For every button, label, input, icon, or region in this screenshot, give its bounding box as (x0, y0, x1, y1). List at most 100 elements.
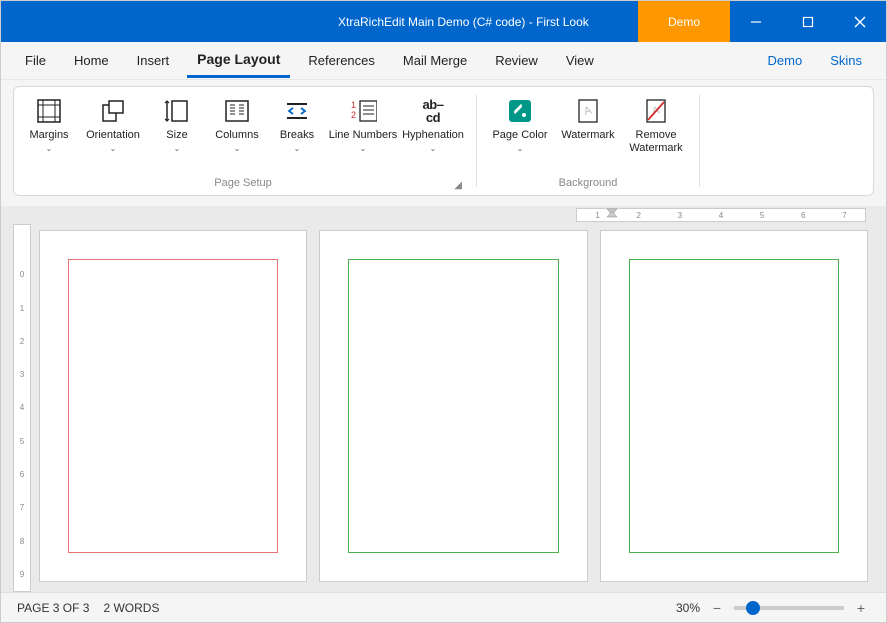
ribbon-divider (476, 95, 477, 187)
menu-file[interactable]: File (15, 45, 56, 76)
chevron-down-icon: ⌄ (234, 144, 241, 154)
dialog-launcher-icon[interactable]: ◢ (454, 180, 462, 191)
chevron-down-icon: ⌄ (174, 144, 181, 154)
page-info[interactable]: PAGE 3 OF 3 (17, 601, 89, 615)
watermark-label: Watermark (561, 129, 614, 142)
window-title: XtraRichEdit Main Demo (C# code) - First… (338, 1, 589, 42)
maximize-icon (802, 16, 814, 28)
ruler-tick: 1 (14, 292, 30, 325)
title-bar: XtraRichEdit Main Demo (C# code) - First… (1, 1, 886, 42)
menu-page-layout[interactable]: Page Layout (187, 43, 290, 78)
horizontal-ruler[interactable]: 1 2 3 4 5 6 7 (1, 206, 886, 224)
zoom-slider-thumb[interactable] (746, 601, 760, 615)
maximize-button[interactable] (782, 1, 834, 42)
columns-icon (223, 97, 251, 125)
chevron-down-icon: ⌄ (430, 144, 437, 154)
ruler-tick: 5 (14, 425, 30, 458)
pages-container (39, 230, 868, 582)
ruler-tick: 6 (14, 458, 30, 491)
indent-marker-icon[interactable] (607, 205, 617, 221)
minimize-icon (750, 16, 762, 28)
chevron-down-icon: ⌄ (294, 144, 301, 154)
columns-button[interactable]: Columns ⌄ (208, 93, 266, 158)
ruler-tick: 2 (618, 211, 659, 220)
ruler-tick: 0 (14, 258, 30, 291)
vertical-ruler[interactable]: 0 1 2 3 4 5 6 7 8 9 (13, 224, 31, 592)
ruler-tick: 4 (700, 211, 741, 220)
hyphenation-label: Hyphenation (402, 129, 464, 142)
columns-label: Columns (215, 129, 258, 142)
menu-insert[interactable]: Insert (127, 45, 180, 76)
page-color-label: Page Color (492, 129, 547, 142)
ribbon-group-label-page-setup: Page Setup (14, 175, 472, 195)
line-numbers-label: Line Numbers (329, 129, 397, 142)
ruler-tick: 3 (659, 211, 700, 220)
margins-button[interactable]: Margins ⌄ (20, 93, 78, 158)
svg-text:1: 1 (351, 100, 356, 110)
remove-watermark-icon: A (642, 97, 670, 125)
document-page[interactable] (39, 230, 307, 582)
close-icon (854, 16, 866, 28)
menu-home[interactable]: Home (64, 45, 119, 76)
breaks-button[interactable]: Breaks ⌄ (268, 93, 326, 158)
menu-review[interactable]: Review (485, 45, 548, 76)
page-color-icon (506, 97, 534, 125)
word-count[interactable]: 2 WORDS (103, 601, 159, 615)
page-color-button[interactable]: Page Color ⌄ (487, 93, 553, 158)
ruler-tick: 3 (14, 358, 30, 391)
margins-icon (35, 97, 63, 125)
ruler-tick: 9 (14, 558, 30, 591)
size-icon (163, 97, 191, 125)
menu-bar: File Home Insert Page Layout References … (1, 42, 886, 80)
remove-watermark-button[interactable]: A Remove Watermark (623, 93, 689, 159)
ruler-tick: 7 (14, 491, 30, 524)
ruler-tick: 8 (14, 524, 30, 557)
hyphenation-button[interactable]: ab–cd Hyphenation ⌄ (400, 93, 466, 158)
remove-watermark-label: Remove Watermark (623, 129, 689, 155)
zoom-out-button[interactable]: − (708, 599, 726, 617)
document-area[interactable]: 1 2 3 4 5 6 7 0 1 2 3 4 5 6 7 8 9 (1, 206, 886, 592)
ruler-tick: 7 (824, 211, 865, 220)
breaks-label: Breaks (280, 129, 314, 142)
zoom-slider[interactable] (734, 606, 844, 610)
chevron-down-icon: ⌄ (360, 144, 367, 154)
ribbon-divider (699, 95, 700, 187)
minimize-button[interactable] (730, 1, 782, 42)
zoom-controls: 30% − + (676, 599, 870, 617)
ruler-tick (14, 225, 30, 258)
watermark-button[interactable]: A Watermark (555, 93, 621, 156)
zoom-percent[interactable]: 30% (676, 601, 700, 615)
document-page[interactable] (600, 230, 868, 582)
orientation-button[interactable]: Orientation ⌄ (80, 93, 146, 158)
zoom-in-button[interactable]: + (852, 599, 870, 617)
menu-references[interactable]: References (298, 45, 384, 76)
svg-text:A: A (582, 104, 593, 118)
menu-view[interactable]: View (556, 45, 604, 76)
size-button[interactable]: Size ⌄ (148, 93, 206, 158)
breaks-icon (283, 97, 311, 125)
chevron-down-icon: ⌄ (517, 144, 524, 154)
menu-link-skins[interactable]: Skins (820, 47, 872, 74)
page-margin-outline (629, 259, 839, 553)
hyphenation-icon: ab–cd (419, 97, 447, 125)
chevron-down-icon: ⌄ (110, 144, 117, 154)
page-margin-outline (68, 259, 278, 553)
ruler-tick: 5 (742, 211, 783, 220)
margins-label: Margins (29, 129, 68, 142)
size-label: Size (166, 129, 187, 142)
close-button[interactable] (834, 1, 886, 42)
ribbon-group-page-setup: Margins ⌄ Orientation ⌄ Size ⌄ (14, 87, 472, 195)
line-numbers-icon: 12 (349, 97, 377, 125)
line-numbers-button[interactable]: 12 Line Numbers ⌄ (328, 93, 398, 158)
menu-mail-merge[interactable]: Mail Merge (393, 45, 477, 76)
ruler-tick: 2 (14, 325, 30, 358)
ruler-tick: 4 (14, 391, 30, 424)
demo-button[interactable]: Demo (638, 1, 730, 42)
ribbon-group-background: Page Color ⌄ A Watermark A Remove Waterm… (481, 87, 695, 195)
ruler-tick: 6 (783, 211, 824, 220)
menu-link-demo[interactable]: Demo (758, 47, 813, 74)
document-page[interactable] (319, 230, 587, 582)
chevron-down-icon: ⌄ (46, 144, 53, 154)
orientation-label: Orientation (86, 129, 140, 142)
page-margin-outline (348, 259, 558, 553)
